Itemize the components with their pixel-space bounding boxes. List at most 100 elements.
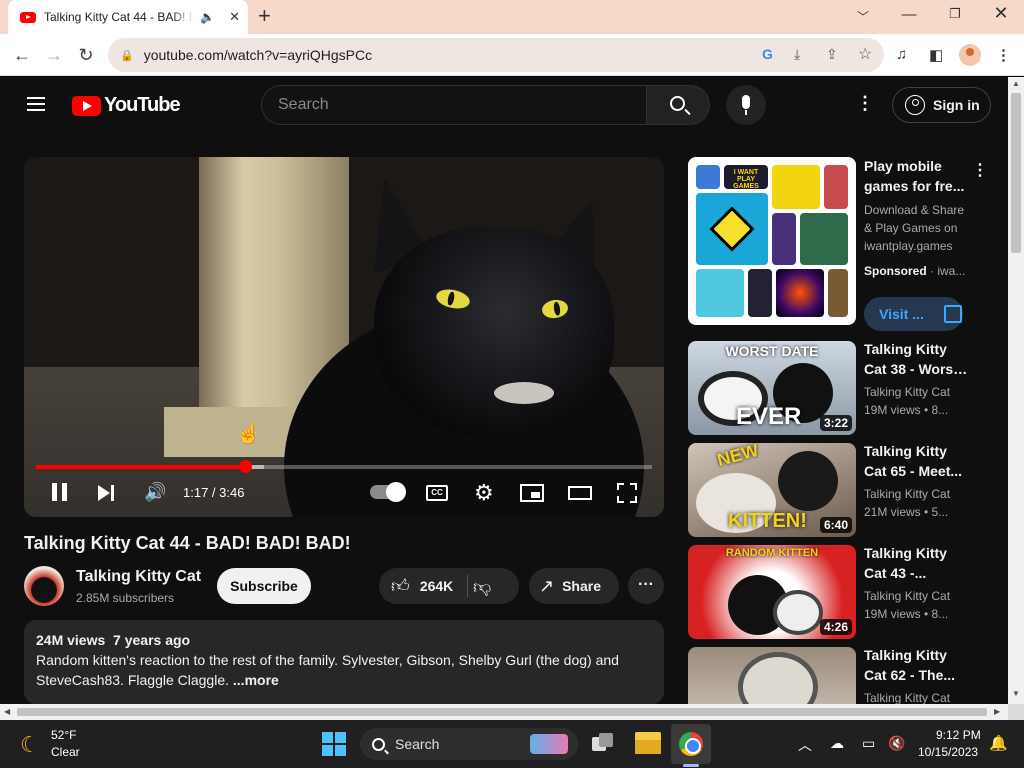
share-button[interactable]: ↗ Share — [529, 568, 619, 604]
chrome-menu-icon[interactable]: ⋮ — [996, 46, 1011, 64]
show-hidden-icons-chevron-icon[interactable]: ︿ — [798, 735, 812, 755]
lock-icon[interactable]: 🔒 — [120, 49, 134, 62]
address-bar[interactable]: 🔒 youtube.com/watch?v=ayriQHgsPCc G ⤓ ⇪ … — [108, 38, 884, 72]
recommended-title[interactable]: Talking Kitty Cat 62 - The... — [864, 647, 968, 685]
dislike-button[interactable]: 👎︎ — [473, 576, 491, 598]
recommended-title[interactable]: Talking Kitty Cat 43 -... — [864, 543, 968, 583]
show-more-link[interactable]: ...more — [233, 672, 279, 688]
subscribe-button[interactable]: Subscribe — [217, 568, 311, 604]
next-video-button[interactable] — [98, 485, 116, 501]
tab-close-icon[interactable]: ✕ — [229, 9, 240, 25]
share-page-icon[interactable]: ⇪ — [826, 46, 838, 63]
window-close-button[interactable]: ✕ — [989, 3, 1013, 24]
video-thumbnail[interactable]: RANDOM KITTEN 4:26 — [688, 545, 856, 639]
browser-tab-active[interactable]: Talking Kitty Cat 44 - BAD! BAD! BAD! 🔈 … — [8, 0, 248, 34]
reload-button[interactable]: ↻ — [74, 43, 98, 67]
search-button[interactable] — [646, 85, 710, 125]
ad-game-tile — [696, 165, 720, 189]
channel-name[interactable]: Talking Kitty Cat — [76, 568, 201, 586]
recommended-title[interactable]: Talking Kitty Cat 38 - Worst... — [864, 339, 968, 379]
clock-time[interactable]: 9:12 PM — [936, 728, 981, 742]
video-thumbnail[interactable]: WORST DATE EVER 3:22 — [688, 341, 856, 435]
progress-bar[interactable] — [36, 460, 652, 473]
profile-avatar[interactable] — [959, 44, 981, 66]
scroll-down-arrow-icon[interactable]: ▼ — [1012, 689, 1020, 698]
window-restore-button[interactable]: ❐ — [943, 6, 967, 22]
clock-date[interactable]: 10/15/2023 — [918, 745, 978, 759]
forward-button[interactable]: → — [42, 43, 66, 67]
onedrive-cloud-icon[interactable]: ☁ — [830, 735, 844, 752]
file-explorer-icon[interactable] — [635, 732, 661, 754]
task-view-icon[interactable] — [592, 733, 614, 753]
video-frame[interactable]: ☝ — [24, 157, 664, 517]
scroll-right-arrow-icon[interactable]: ▶ — [994, 707, 1000, 716]
new-tab-button[interactable]: + — [258, 4, 271, 28]
video-description[interactable]: 24M views 7 years ago Random kitten's re… — [24, 620, 664, 704]
install-app-icon[interactable]: ⤓ — [794, 46, 800, 63]
microphone-icon — [742, 95, 750, 115]
google-lens-icon[interactable]: G — [762, 46, 773, 62]
active-app-indicator — [683, 764, 699, 767]
theater-mode-button[interactable] — [568, 486, 592, 500]
horizontal-scroll-thumb[interactable] — [17, 708, 987, 716]
side-panel-icon[interactable]: ◧ — [929, 46, 943, 64]
recommended-video[interactable]: NEW KITTEN! 6:40 Talking Kitty Cat 65 - … — [688, 443, 1008, 539]
taskbar-search-box[interactable]: Search — [360, 728, 578, 760]
pause-button[interactable] — [52, 483, 68, 501]
recommended-video[interactable]: WORST DATE EVER 3:22 Talking Kitty Cat 3… — [688, 341, 1008, 437]
guide-menu-icon[interactable] — [27, 97, 45, 111]
sign-in-label: Sign in — [933, 97, 980, 113]
title-line: Talking Kitty — [864, 341, 947, 357]
window-minimize-button[interactable]: — — [897, 6, 921, 23]
recommended-channel[interactable]: Talking Kitty Cat — [864, 487, 950, 501]
volume-muted-icon[interactable]: 🔇 — [888, 735, 905, 752]
settings-more-icon[interactable]: ⋮ — [856, 93, 874, 114]
settings-gear-icon[interactable]: ⚙ — [474, 480, 494, 506]
recommended-channel[interactable]: Talking Kitty Cat — [864, 691, 950, 704]
recommended-title[interactable]: Talking Kitty Cat 65 - Meet... — [864, 441, 968, 481]
sign-in-button[interactable]: Sign in — [892, 87, 991, 123]
back-button[interactable]: ← — [10, 43, 34, 67]
miniplayer-button[interactable] — [520, 484, 544, 502]
display-icon[interactable]: ▭ — [862, 735, 875, 752]
cat-head — [374, 227, 614, 437]
notification-bell-icon[interactable]: 🔔 — [989, 734, 1008, 752]
recommended-video[interactable]: Talking Kitty Cat 62 - The... Talking Ki… — [688, 647, 1008, 704]
scroll-left-arrow-icon[interactable]: ◀ — [4, 707, 10, 716]
recommended-video[interactable]: RANDOM KITTEN 4:26 Talking Kitty Cat 43 … — [688, 545, 1008, 641]
tab-audio-icon[interactable]: 🔈 — [200, 10, 215, 24]
weather-condition[interactable]: Clear — [51, 745, 80, 759]
chrome-taskbar-button[interactable] — [671, 724, 711, 764]
description-text: Random kitten's reaction to the rest of … — [36, 650, 652, 690]
video-player[interactable]: ☝ 🔊 1:17 / 3:46 CC ⚙ — [24, 157, 664, 517]
subtitles-button[interactable]: CC — [426, 485, 448, 501]
fullscreen-button[interactable] — [617, 483, 637, 503]
voice-search-button[interactable] — [726, 85, 766, 125]
tab-search-chevron-icon[interactable]: ﹀ — [851, 8, 875, 25]
url-text[interactable]: youtube.com/watch?v=ayriQHgsPCc — [144, 47, 372, 63]
recommended-channel[interactable]: Talking Kitty Cat — [864, 385, 950, 399]
ad-title[interactable]: Play mobile games for fre... — [864, 156, 968, 196]
video-thumbnail[interactable] — [688, 647, 856, 704]
moon-weather-icon[interactable]: ☾ — [20, 732, 40, 758]
vertical-scroll-thumb[interactable] — [1011, 93, 1021, 253]
more-actions-button[interactable]: ··· — [628, 568, 664, 604]
weather-temperature[interactable]: 52°F — [51, 728, 76, 742]
scroll-up-arrow-icon[interactable]: ▲ — [1012, 79, 1020, 88]
recommended-channel[interactable]: Talking Kitty Cat — [864, 589, 950, 603]
ad-thumbnail[interactable]: I WANT PLAY GAMES — [688, 157, 856, 325]
ad-visit-button[interactable]: Visit ... — [864, 297, 963, 331]
horizontal-scrollbar[interactable]: ◀ ▶ — [0, 704, 1008, 720]
media-control-icon[interactable]: ♫ — [896, 46, 907, 63]
video-thumbnail[interactable]: NEW KITTEN! 6:40 — [688, 443, 856, 537]
like-button[interactable]: 👍︎ 264K — [379, 568, 467, 604]
vertical-scrollbar[interactable]: ▲ ▼ — [1008, 77, 1024, 704]
autoplay-toggle[interactable] — [370, 482, 406, 502]
start-windows-icon[interactable] — [322, 732, 346, 756]
youtube-logo[interactable]: YouTube — [72, 94, 181, 117]
search-input[interactable]: Search — [261, 85, 647, 125]
bookmark-star-icon[interactable]: ☆ — [858, 44, 872, 64]
volume-icon[interactable]: 🔊 — [144, 482, 166, 503]
ad-menu-icon[interactable]: ⋮ — [972, 160, 988, 180]
channel-avatar[interactable] — [24, 566, 64, 606]
